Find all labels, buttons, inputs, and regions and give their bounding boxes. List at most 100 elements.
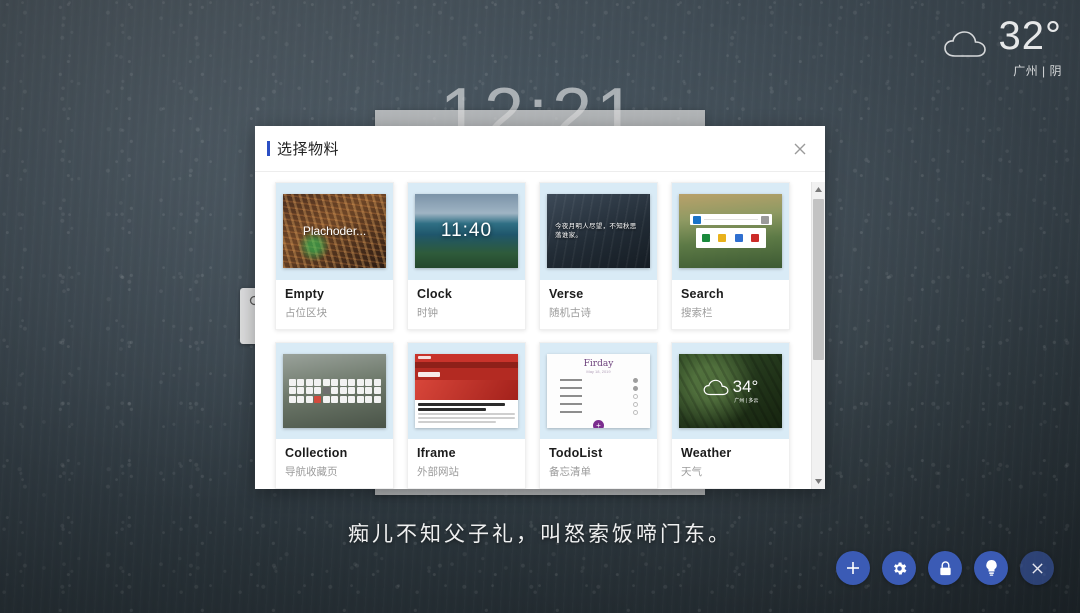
material-card-grid: Plachoder... Empty 占位区块 11:40 Clock 时钟 今…	[275, 182, 805, 489]
idea-button[interactable]	[974, 551, 1008, 585]
scrollbar-thumb[interactable]	[812, 199, 824, 360]
card-subtitle: 外部网站	[417, 466, 459, 478]
todo-row	[559, 385, 638, 391]
thumbnail-location: 广州 | 多云	[734, 397, 759, 404]
close-button[interactable]	[1020, 551, 1054, 585]
cloud-icon	[703, 379, 729, 402]
thumbnail-shortcut-row	[695, 228, 766, 249]
thumbnail-label: 今夜月明人尽望，不知秋思落谁家。	[555, 222, 637, 240]
material-card-verse[interactable]: 今夜月明人尽望，不知秋思落谁家。 Verse 随机古诗	[539, 182, 658, 330]
bottom-toolbar	[836, 551, 1054, 585]
material-card-weather[interactable]: 34° 广州 | 多云 Weather 天气	[671, 341, 790, 489]
card-subtitle: 搜索栏	[681, 306, 713, 319]
card-title: Clock	[417, 286, 453, 301]
thumbnail-add-fab: +	[593, 419, 604, 428]
scrollbar-up-button[interactable]	[811, 182, 825, 197]
card-meta: Collection 导航收藏页	[276, 439, 393, 488]
chevron-up-icon	[815, 187, 822, 192]
card-meta: Empty 占位区块	[276, 280, 393, 329]
thumbnail-empty: Plachoder...	[283, 194, 386, 269]
thumbnail-todo-rows	[559, 377, 638, 418]
card-thumbnail-area: 今夜月明人尽望，不知秋思落谁家。	[540, 183, 657, 280]
card-subtitle: 占位区块	[285, 306, 327, 319]
card-title: Search	[681, 286, 724, 301]
scrollbar-track[interactable]	[812, 197, 826, 474]
cloud-icon	[943, 30, 987, 65]
thumbnail-site-body	[415, 399, 518, 428]
weather-temperature: 32°	[998, 14, 1062, 58]
gear-icon	[893, 561, 906, 575]
card-title: TodoList	[549, 446, 603, 460]
thumbnail-label: Firday	[583, 358, 614, 369]
search-provider-icon	[692, 215, 701, 224]
dialog-header: 选择物料	[255, 126, 825, 172]
shortcut-icon	[701, 234, 710, 243]
dialog-title: 选择物料	[277, 141, 340, 158]
card-meta: TodoList 备忘清单	[540, 439, 657, 488]
material-card-search[interactable]: Search 搜索栏	[671, 182, 790, 330]
dialog-scrollbar[interactable]	[811, 182, 825, 489]
thumbnail-iframe	[415, 353, 518, 428]
thumbnail-site-section	[415, 368, 518, 380]
thumbnail-key-grid	[288, 378, 381, 403]
shortcut-icon	[734, 234, 743, 243]
card-subtitle: 导航收藏页	[285, 466, 338, 478]
material-card-collection[interactable]: Collection 导航收藏页	[275, 341, 394, 489]
card-subtitle: 随机古诗	[549, 306, 591, 319]
card-subtitle: 备忘清单	[549, 466, 591, 478]
card-title: Verse	[549, 286, 584, 301]
thumbnail-label: Plachoder...	[302, 224, 367, 239]
card-thumbnail-area: 34° 广州 | 多云	[672, 342, 789, 439]
scrollbar-down-button[interactable]	[811, 474, 825, 489]
card-subtitle: 天气	[681, 466, 702, 478]
lock-icon	[939, 560, 951, 575]
chevron-down-icon	[815, 479, 822, 484]
material-card-todolist[interactable]: Firday May 18, 2019 + TodoList 备忘清单	[539, 341, 658, 489]
close-icon	[794, 143, 806, 154]
thumbnail-site-hero	[415, 379, 518, 400]
lock-button[interactable]	[928, 551, 962, 585]
card-meta: Weather 天气	[672, 439, 789, 488]
thumbnail-temperature: 34°	[732, 376, 759, 396]
thumbnail-weather: 34° 广州 | 多云	[679, 353, 782, 428]
settings-button[interactable]	[882, 551, 916, 585]
card-title: Weather	[681, 446, 732, 460]
card-thumbnail-area: Firday May 18, 2019 +	[540, 342, 657, 439]
title-accent-bar	[267, 141, 270, 156]
card-thumbnail-area: Plachoder...	[276, 183, 393, 280]
thumbnail-search	[679, 194, 782, 269]
card-title: Iframe	[417, 446, 456, 460]
search-submit-icon	[760, 215, 769, 224]
card-thumbnail-area	[672, 183, 789, 280]
card-meta: Verse 随机古诗	[540, 280, 657, 329]
desktop-weather-widget[interactable]: 32° 广州 | 阴	[943, 16, 1063, 79]
weather-location-condition: 广州 | 阴	[1013, 64, 1062, 78]
thumbnail-todolist: Firday May 18, 2019 +	[547, 353, 650, 428]
todo-row	[559, 393, 638, 399]
bulb-icon	[985, 560, 997, 576]
thumbnail-date: May 18, 2019	[586, 368, 611, 374]
card-subtitle: 时钟	[417, 306, 438, 319]
todo-row	[559, 409, 638, 415]
card-meta: Search 搜索栏	[672, 280, 789, 329]
card-thumbnail-area	[408, 342, 525, 439]
thumbnail-collection	[283, 353, 386, 428]
card-title: Empty	[285, 286, 325, 301]
dialog-close-button[interactable]	[789, 138, 811, 160]
thumbnail-label: 11:40	[440, 220, 493, 242]
thumbnail-search-bar	[689, 214, 772, 226]
todo-row	[559, 401, 638, 407]
search-input-line	[703, 219, 758, 221]
shortcut-icon	[751, 234, 760, 243]
material-card-clock[interactable]: 11:40 Clock 时钟	[407, 182, 526, 330]
card-thumbnail-area: 11:40	[408, 183, 525, 280]
thumbnail-verse: 今夜月明人尽望，不知秋思落谁家。	[547, 194, 650, 269]
thumbnail-site-header	[415, 353, 518, 362]
dialog-body: Plachoder... Empty 占位区块 11:40 Clock 时钟 今…	[255, 172, 825, 489]
card-thumbnail-area	[276, 342, 393, 439]
material-card-empty[interactable]: Plachoder... Empty 占位区块	[275, 182, 394, 330]
add-button[interactable]	[836, 551, 870, 585]
close-icon	[1031, 562, 1043, 574]
material-card-iframe[interactable]: Iframe 外部网站	[407, 341, 526, 489]
material-picker-dialog: 选择物料 Plachoder... Empty 占位区块 11:40 Clock…	[255, 126, 825, 489]
